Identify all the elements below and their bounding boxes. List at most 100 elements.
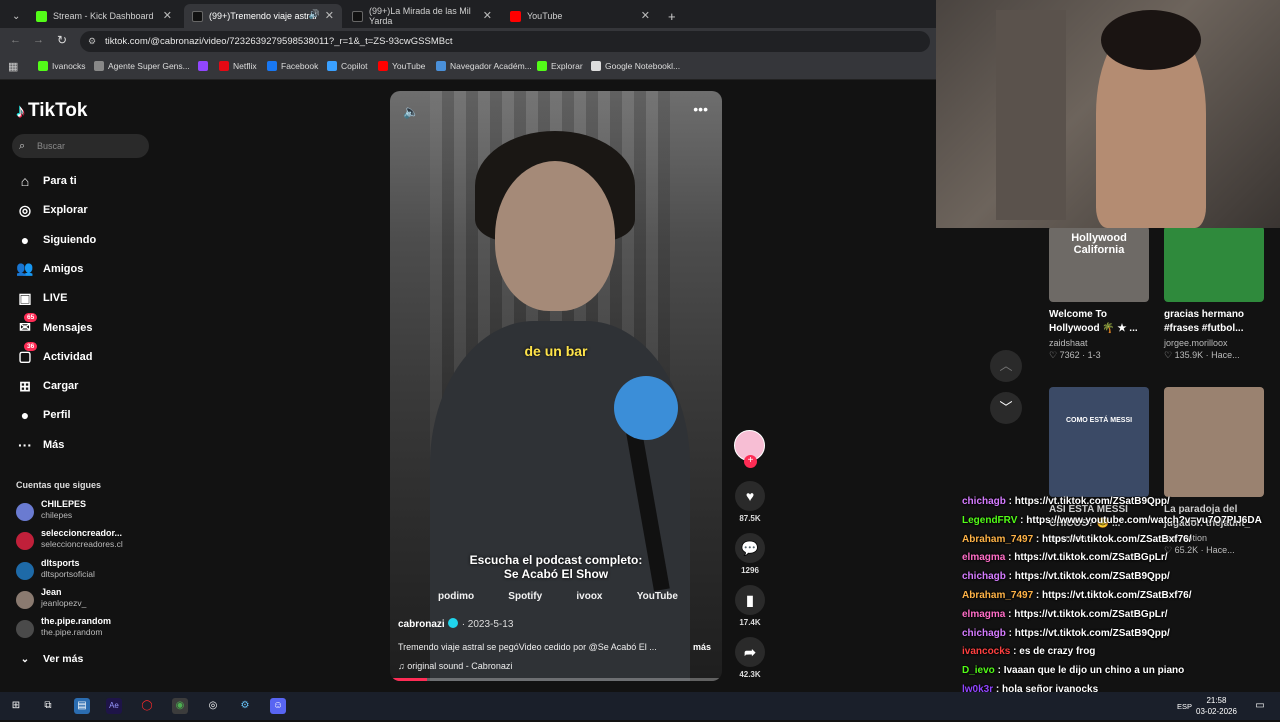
nav-label: Mensajes (43, 321, 93, 334)
video-thumbnail[interactable] (1164, 226, 1264, 302)
reload-icon[interactable]: ↻ (57, 33, 67, 47)
tab-tiktok-2[interactable]: (99+)La Mirada de las Mil Yarda ✕ (344, 4, 500, 28)
bookmark-item[interactable]: Ivanocks (38, 61, 86, 71)
more-options-icon[interactable]: ••• (693, 101, 708, 117)
follow-plus-icon[interactable]: + (744, 455, 757, 468)
chat-text: https://vt.tiktok.com/ZSatBxf76/ (1042, 533, 1192, 545)
notification-badge: 65 (24, 313, 38, 322)
video-player[interactable]: 🔈 ••• de un bar Escucha el podcast compl… (390, 91, 722, 681)
followed-account[interactable]: Jean jeanlopezv_ (16, 587, 166, 613)
video-progress-bar[interactable] (390, 678, 722, 681)
chrome-icon[interactable]: ◉ (172, 698, 188, 714)
messages-icon: ✉ 65 (16, 313, 38, 336)
video-author[interactable]: jorgee.morilloox (1164, 338, 1264, 348)
caption-more-button[interactable]: más (693, 642, 711, 652)
recommended-video-2[interactable]: gracias hermano #frases #futbol... jorgee… (1164, 226, 1264, 361)
author-name[interactable]: cabronazi (398, 619, 445, 630)
bookmark-item[interactable]: Netflix (219, 61, 257, 71)
chat-message: chichagb : https://vt.tiktok.com/ZSatB9Q… (962, 571, 1280, 590)
video-thumbnail[interactable]: COMO ESTÁ MESSI (1049, 387, 1149, 497)
tab-youtube[interactable]: YouTube ✕ (502, 4, 658, 28)
creator-avatar-button[interactable]: + (734, 430, 765, 468)
discord-icon[interactable]: ☺ (270, 698, 286, 714)
language-indicator[interactable]: ESP (1177, 702, 1192, 711)
back-icon[interactable]: ← (10, 34, 21, 46)
apps-icon[interactable]: ▦ (8, 60, 18, 73)
close-icon[interactable]: ✕ (641, 9, 650, 22)
followed-account[interactable]: the.pipe.random the.pipe.random (16, 616, 166, 642)
speaker-icon[interactable]: 🔊 (309, 9, 320, 20)
mute-icon[interactable]: 🔈 (403, 104, 419, 120)
video-author[interactable]: zaidshaat (1049, 338, 1149, 348)
next-video-button[interactable]: ﹀ (990, 392, 1022, 424)
bookmark-item[interactable] (198, 61, 212, 71)
bookmark-item[interactable]: Copilot (327, 61, 367, 71)
nav-item-para-ti[interactable]: ⌂ Para ti (16, 171, 77, 191)
nav-item-perfil[interactable]: ● Perfil (16, 405, 71, 425)
bookmark-item[interactable]: Google Notebookl... (591, 61, 680, 71)
clock-time: 21:58 (1206, 696, 1227, 705)
nav-item-explorar[interactable]: ◎ Explorar (16, 200, 88, 220)
search-input[interactable]: ⌕ Buscar (12, 134, 149, 158)
video-author[interactable]: cabronazi · 2023-5-13 (398, 618, 513, 630)
tiktok-logo[interactable]: ♪ TikTok (16, 100, 87, 122)
after-effects-icon[interactable]: Ae (106, 698, 122, 714)
bookmark-item[interactable]: Navegador Académ... (436, 61, 532, 71)
new-tab-button[interactable]: + (660, 4, 682, 28)
chat-separator: : (994, 665, 1004, 677)
see-more-button[interactable]: ⌄ Ver más (16, 649, 84, 669)
account-handle: dltsportsoficial (41, 568, 95, 579)
nav-item-actividad[interactable]: ▢ 36 Actividad (16, 342, 93, 367)
bookmark-item[interactable]: YouTube (378, 61, 425, 71)
video-thumbnail[interactable] (1164, 387, 1264, 497)
windows-start-icon[interactable]: ⊞ (8, 698, 24, 714)
account-name: dltsports (41, 557, 80, 568)
site-info-icon[interactable]: ⚙ (88, 31, 96, 52)
forward-icon[interactable]: → (33, 34, 44, 46)
nav-item-mensajes[interactable]: ✉ 65 Mensajes (16, 313, 93, 338)
followed-account[interactable]: CHILEPES chilepes (16, 499, 166, 525)
person-face (495, 161, 615, 311)
logo-text: TikTok (28, 100, 88, 121)
notifications-icon[interactable]: ▭ (1252, 698, 1268, 714)
chevron-up-icon: ︿ (999, 358, 1013, 373)
task-view-icon[interactable]: ⧉ (40, 698, 56, 714)
nav-item-siguiendo[interactable]: ● Siguiendo (16, 230, 96, 250)
close-icon[interactable]: ✕ (483, 9, 492, 22)
followed-account[interactable]: dltsports dltsportsoficial (16, 558, 166, 584)
avatar (16, 532, 34, 551)
nav-label: Cargar (43, 380, 79, 393)
tab-kick-dashboard[interactable]: Stream - Kick Dashboard ✕ (28, 4, 180, 28)
sound-link[interactable]: ♫ original sound - Cabronazi (398, 661, 512, 671)
tab-search-button[interactable]: ⌄ (4, 4, 24, 28)
nav-item-amigos[interactable]: 👥 Amigos (16, 259, 83, 279)
followed-account[interactable]: seleccioncreador... seleccioncreadores.cl (16, 528, 166, 554)
previous-video-button[interactable]: ︿ (990, 350, 1022, 382)
nav-item-live[interactable]: ▣ LIVE (16, 288, 67, 308)
promo-line-1: Escucha el podcast completo: (469, 553, 643, 567)
tab-tiktok-active[interactable]: (99+)Tremendo viaje astral 🔊 ✕ (184, 4, 342, 28)
nav-item-más[interactable]: ··· Más (16, 435, 64, 455)
obs-icon[interactable]: ◎ (205, 698, 221, 714)
bookmark-item[interactable]: Explorar (537, 61, 583, 71)
file-explorer-icon[interactable]: ▤ (74, 698, 90, 714)
system-clock[interactable]: 21:58 03-02-2026 (1196, 695, 1237, 717)
like-button[interactable]: ♥ 87.5K (733, 481, 767, 523)
bookmark-item[interactable]: Agente Super Gens... (94, 61, 190, 71)
video-thumbnail[interactable]: Hollywood California (1049, 226, 1149, 302)
close-icon[interactable]: ✕ (325, 9, 334, 22)
nav-item-cargar[interactable]: ⊞ Cargar (16, 376, 78, 396)
live-icon: ▣ (18, 289, 32, 306)
bookmark-item[interactable]: Facebook (267, 61, 318, 71)
opera-icon[interactable]: ◯ (139, 698, 155, 714)
close-icon[interactable]: ✕ (163, 9, 172, 22)
comment-button[interactable]: 💬 1296 (733, 533, 767, 575)
title-line-2: Hollywood 🌴 ★ ... (1049, 323, 1138, 334)
address-bar[interactable]: ⚙ tiktok.com/@cabronazi/video/7232639279… (80, 31, 930, 52)
chat-text: https://vt.tiktok.com/ZSatBGpLr/ (1014, 608, 1168, 620)
share-button[interactable]: ➦ 42.3K (733, 637, 767, 679)
steam-icon[interactable]: ⚙ (237, 698, 253, 714)
more-icon: ··· (18, 436, 32, 453)
recommended-video-1[interactable]: Hollywood California Welcome To Hollywood… (1049, 226, 1149, 361)
save-button[interactable]: ▮ 17.4K (733, 585, 767, 627)
